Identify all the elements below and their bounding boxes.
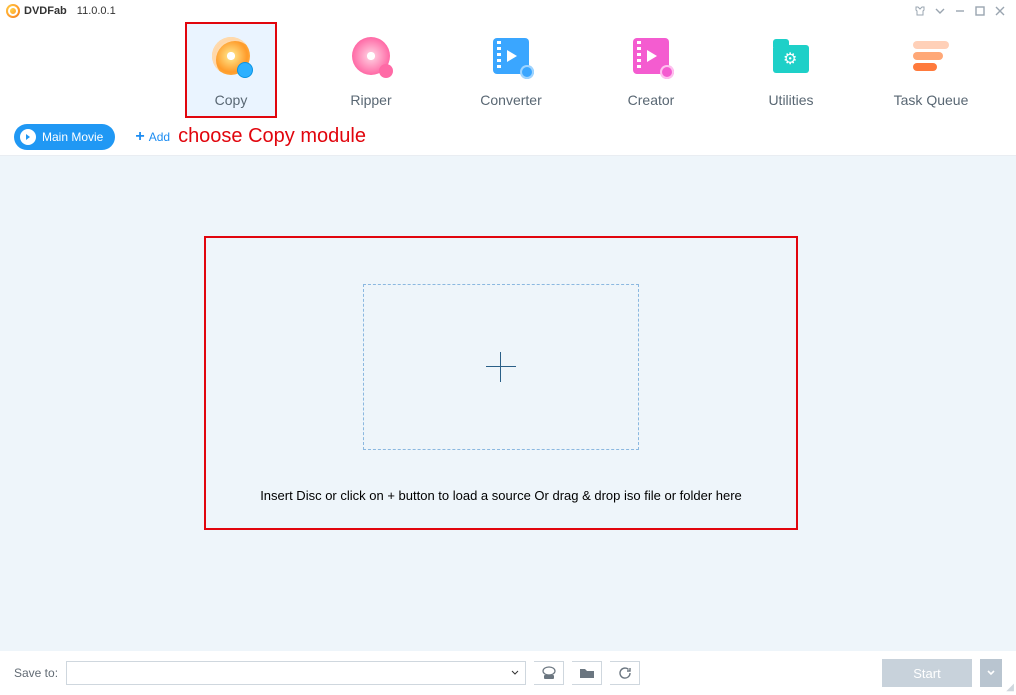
iso-icon (541, 666, 557, 680)
tab-converter[interactable]: Converter (465, 22, 557, 118)
content-area: Insert Disc or click on + button to load… (0, 156, 1016, 651)
tab-utilities-label: Utilities (768, 92, 813, 108)
drop-hint: Insert Disc or click on + button to load… (260, 488, 742, 503)
start-button[interactable]: Start (882, 659, 972, 687)
creator-icon (629, 34, 673, 78)
add-label: Add (149, 130, 170, 144)
utilities-icon (769, 34, 813, 78)
tab-creator[interactable]: Creator (605, 22, 697, 118)
tab-converter-label: Converter (480, 92, 541, 108)
start-label: Start (913, 666, 940, 681)
app-logo-icon (6, 4, 20, 18)
titlebar: DVDFab 11.0.0.1 (0, 0, 1016, 22)
skin-button[interactable] (910, 1, 930, 21)
annotation-text: choose Copy module (178, 125, 366, 148)
save-to-combo[interactable] (66, 661, 526, 685)
ripper-icon (349, 34, 393, 78)
app-brand: DVDFab (24, 5, 67, 17)
tab-creator-label: Creator (628, 92, 675, 108)
save-folder-button[interactable] (572, 661, 602, 685)
refresh-icon (618, 666, 632, 680)
chevron-down-icon (986, 668, 996, 678)
tab-task-queue-label: Task Queue (894, 92, 969, 108)
app-version: 11.0.0.1 (77, 5, 116, 17)
arrow-right-icon (20, 129, 36, 145)
menu-dropdown-button[interactable] (930, 1, 950, 21)
resize-grip-icon[interactable]: ◢ (1006, 682, 1014, 693)
app-logo: DVDFab 11.0.0.1 (6, 4, 116, 18)
close-button[interactable] (990, 1, 1010, 21)
tab-copy-label: Copy (215, 92, 248, 108)
chevron-down-icon (511, 669, 519, 677)
plus-large-icon (486, 352, 516, 382)
copy-mode-button[interactable]: Main Movie (14, 124, 115, 150)
tab-ripper[interactable]: Ripper (325, 22, 417, 118)
tab-task-queue[interactable]: Task Queue (885, 22, 977, 118)
bottom-bar: Save to: Start (0, 651, 1016, 695)
refresh-button[interactable] (610, 661, 640, 685)
copy-mode-label: Main Movie (42, 130, 103, 144)
toolbar: Main Movie + Add choose Copy module (0, 118, 1016, 156)
converter-icon (489, 34, 533, 78)
folder-icon (579, 666, 595, 680)
minimize-button[interactable] (950, 1, 970, 21)
copy-icon (209, 34, 253, 78)
module-tabs: Copy Ripper Converter Creator Utilities … (0, 22, 1016, 118)
add-source-button[interactable]: + Add (135, 128, 170, 146)
tab-utilities[interactable]: Utilities (745, 22, 837, 118)
tab-copy[interactable]: Copy (185, 22, 277, 118)
plus-icon: + (135, 128, 144, 146)
save-to-label: Save to: (14, 666, 58, 680)
task-queue-icon (909, 34, 953, 78)
start-dropdown[interactable] (980, 659, 1002, 687)
save-iso-button[interactable] (534, 661, 564, 685)
tab-ripper-label: Ripper (350, 92, 391, 108)
annotation-frame: Insert Disc or click on + button to load… (206, 238, 796, 528)
drop-zone[interactable] (363, 284, 639, 450)
maximize-button[interactable] (970, 1, 990, 21)
